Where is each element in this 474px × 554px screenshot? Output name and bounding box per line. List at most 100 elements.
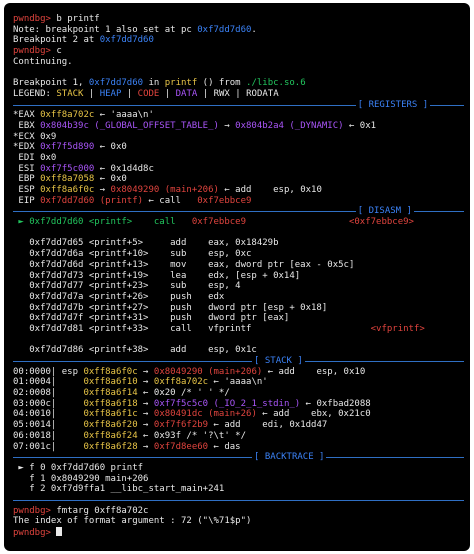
terminal-text: 01:0004│ <box>13 377 84 388</box>
terminal-text: | <box>159 88 176 99</box>
terminal-line: ESI 0xf7f5c000 ← 0x1d4d8c <box>13 164 464 175</box>
terminal-line: f 2 0xf7d9ffa1 __libc_start_main+241 <box>13 484 464 495</box>
terminal-text: 0xff8a6f14 <box>83 388 138 399</box>
terminal-line: f 1 0x8049290 main+206 <box>13 474 464 485</box>
terminal-text: 0xff8a702c <box>40 110 95 121</box>
section-rule: [ DISASM ] <box>13 206 464 218</box>
terminal-line: EDI 0x0 <box>13 153 464 164</box>
terminal-text: The index of format argument : 72 ("\%71… <box>13 516 252 527</box>
terminal-text: 0xf7dd7d65 <printf+5> add eax, 0x18429b <box>13 238 279 249</box>
terminal-text: 0xff8a6f20 <box>83 420 138 431</box>
terminal-text: in <box>143 78 165 89</box>
terminal-line: 02:0008│ 0xff8a6f14 ← 0x20 /* ' ' */ <box>13 388 464 399</box>
terminal-text: 0x80491dc (main+26) <box>153 409 257 420</box>
terminal-text: 0xf7dd7d7b <printf+27> push dword ptr [e… <box>13 302 328 313</box>
terminal-text: fmtarg 0xff8a702c <box>50 505 149 516</box>
terminal-text: f 1 0x8049290 main+206 <box>13 473 149 484</box>
terminal-text: 0xf7dd7d6a <printf+10> sub esp, 0xc <box>13 249 252 260</box>
terminal-text: ← 0x93f /* '?\t' */ <box>137 430 247 441</box>
terminal-line: EBP 0xff8a7058 ← 0x0 <box>13 174 464 185</box>
terminal-text: ← 'aaaa\n' <box>94 110 154 121</box>
terminal-text: . <box>251 24 257 35</box>
terminal-text: EDI <box>13 152 41 163</box>
terminal-line: 03:000c│ 0xff8a6f18 → 0xf7f5c5c0 (_IO_2_… <box>13 399 464 410</box>
terminal-text: HEAP <box>99 88 122 99</box>
section-rule <box>13 495 464 506</box>
terminal-line: Breakpoint 2 at 0xf7dd7d60 <box>13 35 464 46</box>
terminal-text: c <box>50 46 62 57</box>
terminal-text: → <box>137 398 154 409</box>
terminal-text: ← 0x0 <box>94 174 127 185</box>
terminal-text: 0xff8a6f1c <box>83 409 138 420</box>
terminal-line: *EAX 0xff8a702c ← 'aaaa\n' <box>13 110 464 121</box>
terminal-text: 0xf7dd7d60 <box>99 35 154 46</box>
terminal-text: 05:0014│ <box>13 420 84 431</box>
terminal-text: 0xff8a6f28 <box>83 441 138 452</box>
terminal-text: → <box>137 441 154 452</box>
terminal-text: → <box>218 120 236 131</box>
terminal-line: EBX 0x804b39c (_GLOBAL_OFFSET_TABLE_) → … <box>13 121 464 132</box>
terminal-line: 0xf7dd7d77 <printf+23> sub esp, 4 <box>13 281 464 292</box>
terminal-text: 0xf7f5d890 <box>40 142 95 153</box>
terminal-text: 06:0018│ <box>13 430 84 441</box>
terminal-line: LEGEND: STACK | HEAP | CODE | DATA | RWX… <box>13 89 464 100</box>
terminal-text: ← 0x20 /* ' ' */ <box>137 388 230 399</box>
rule-line <box>13 499 464 501</box>
terminal-text: ← 0xfbad2088 <box>300 398 371 409</box>
terminal-text: ← add esp, 0x10 <box>218 185 322 195</box>
shell-prompt: pwndbg> <box>13 528 51 538</box>
terminal-text: 03:000c│ <box>13 398 84 409</box>
shell-prompt: pwndbg> <box>13 46 51 57</box>
terminal-text: *ECX <box>13 131 41 142</box>
terminal-text: LEGEND: <box>13 88 57 99</box>
terminal-line: The index of format argument : 72 ("\%71… <box>13 516 464 527</box>
section-label: [ STACK ] <box>252 356 305 367</box>
terminal-text: b printf <box>50 14 100 24</box>
terminal-text: 0xf7dd7d60 <box>88 78 144 89</box>
terminal-text: ► 0xf7dd7d60 <printf> call <box>13 217 192 228</box>
terminal-line: Breakpoint 1, 0xf7dd7d60 in printf () fr… <box>13 78 464 89</box>
terminal-text: ← add esp, 0x10 <box>262 366 366 377</box>
terminal-line: pwndbg> fmtarg 0xff8a702c <box>13 506 464 517</box>
terminal-text: f 2 0xf7d9ffa1 __libc_start_main+241 <box>13 484 225 495</box>
rule-line <box>13 361 464 362</box>
terminal-line: 05:0014│ 0xff8a6f20 → 0xf7f6f2b9 ← add e… <box>13 420 464 431</box>
terminal-line: Note: breakpoint 1 also set at pc 0xf7dd… <box>13 25 464 36</box>
section-rule: [ STACK ] <box>13 356 464 367</box>
terminal-text: EBX <box>13 120 41 131</box>
text-cursor[interactable] <box>56 527 63 536</box>
section-label: [ DISASM ] <box>355 206 414 218</box>
terminal-text: RWX <box>213 88 230 99</box>
terminal-line: pwndbg> <box>13 527 464 538</box>
shell-prompt: pwndbg> <box>13 505 51 516</box>
section-rule: [ REGISTERS ] <box>13 99 464 111</box>
terminal-text: 0xff8a6f18 <box>83 398 138 409</box>
section-label: [ REGISTERS ] <box>355 99 431 111</box>
terminal-text: ← add ebx, 0x21c0 <box>256 409 371 420</box>
terminal-line: 0xf7dd7d7b <printf+27> push dword ptr [e… <box>13 303 464 314</box>
terminal-line: 00:0000│ esp 0xff8a6f0c → 0x8049290 (mai… <box>13 367 464 378</box>
terminal-text: → <box>137 420 154 431</box>
terminal-text: 0xf7dd7d6d <printf+13> mov eax, dword pt… <box>13 259 355 270</box>
terminal-text: 0xff8a702c <box>153 377 209 388</box>
terminal-text: → <box>137 409 154 420</box>
terminal-line: 06:0018│ 0xff8a6f24 ← 0x93f /* '?\t' */ <box>13 431 464 442</box>
terminal-text: | <box>197 88 214 99</box>
terminal-text: RODATA <box>246 88 279 99</box>
terminal-line: 0xf7dd7d86 <printf+38> add esp, 0x1c <box>13 345 464 356</box>
terminal-window[interactable]: pwndbg> b printf Note: breakpoint 1 also … <box>4 3 470 551</box>
terminal-text: 0xff8a6f0c <box>83 366 138 377</box>
terminal-line: ► 0xf7dd7d60 <printf> call 0xf7ebbce9 <0… <box>13 217 464 228</box>
terminal-text: 00:0000│ esp <box>13 366 84 377</box>
terminal-output: pwndbg> b printf Note: breakpoint 1 also … <box>13 14 464 538</box>
terminal-text: 0x804b39c (_GLOBAL_OFFSET_TABLE_) <box>40 120 219 131</box>
terminal-text: EBP <box>13 174 41 185</box>
terminal-line: 0xf7dd7d6a <printf+10> sub esp, 0xc <box>13 249 464 260</box>
terminal-text: Note: breakpoint 1 also set at pc <box>13 24 198 35</box>
terminal-text: 0x8049290 (main+206) <box>153 366 263 377</box>
terminal-line: EIP 0xf7dd7d60 (printf) ← call 0xf7ebbce… <box>13 196 464 207</box>
terminal-text: ESP <box>13 185 41 195</box>
terminal-line: Continuing. <box>13 57 464 68</box>
